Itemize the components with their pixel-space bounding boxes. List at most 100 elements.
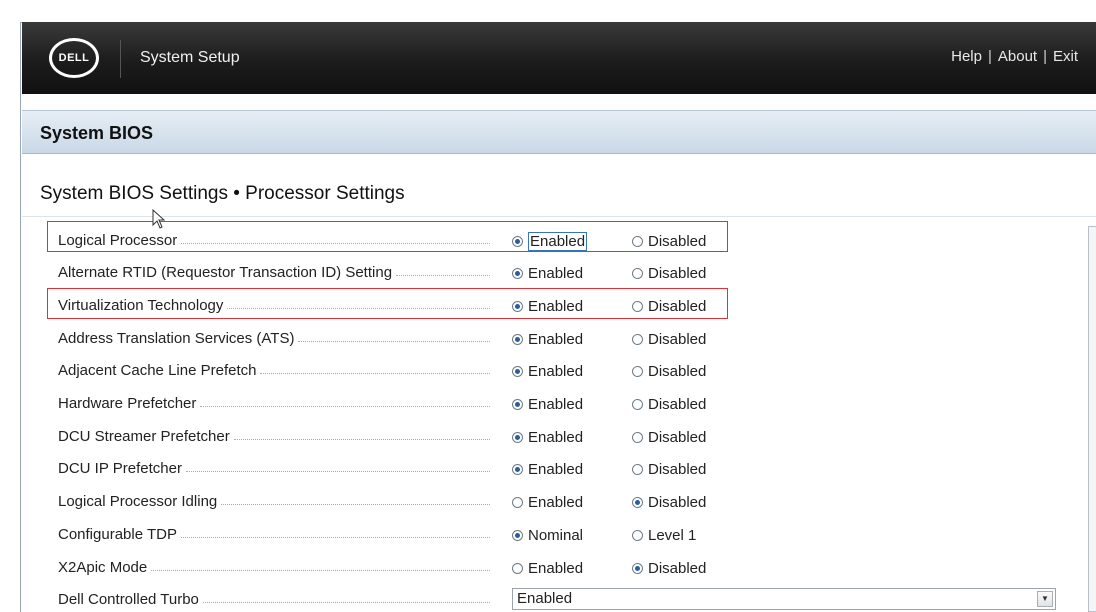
setting-row: DCU IP Prefetcher Enabled Disabled: [0, 453, 1096, 486]
setting-row: Adjacent Cache Line Prefetch Enabled Disab…: [0, 355, 1096, 388]
radio-option-label: Disabled: [648, 363, 707, 381]
leader-dots: [185, 471, 490, 473]
radio-button-icon: [512, 529, 523, 541]
radio-option-label: Enabled: [528, 559, 584, 577]
radio-option-label: Disabled: [648, 428, 707, 446]
leader-dots: [396, 275, 490, 277]
setting-label-text: DCU IP Prefetcher: [58, 460, 182, 478]
exit-link[interactable]: Exit: [1053, 48, 1078, 65]
setting-row: Configurable TDP Nominal Level 1: [0, 518, 1096, 551]
radio-option-label: Level 1: [648, 526, 697, 544]
radio-option-label: Enabled: [528, 494, 584, 512]
radio-button-icon: [512, 268, 523, 280]
radio-button-icon: [512, 366, 523, 378]
setting-row: Hardware Prefetcher Enabled Disabled: [0, 388, 1096, 421]
setting-label: DCU Streamer Prefetcher: [58, 426, 490, 446]
setting-label: DCU IP Prefetcher: [58, 459, 490, 479]
radio-button-icon: [512, 333, 523, 345]
setting-label-text: Adjacent Cache Line Prefetch: [58, 362, 257, 380]
mouse-pointer-icon: [152, 209, 166, 229]
leader-dots: [298, 340, 490, 342]
help-link[interactable]: Help: [951, 48, 982, 65]
setting-label: Dell Controlled Turbo: [58, 590, 490, 610]
radio-button-icon: [512, 431, 523, 443]
radio-option-2[interactable]: Disabled: [632, 427, 706, 447]
radio-option-label: Disabled: [648, 396, 707, 413]
subtitle-divider: [22, 216, 1096, 217]
radio-button-icon: [632, 464, 643, 476]
topbar-divider: [120, 40, 121, 78]
top-links: Help | About | Exit: [951, 48, 1078, 65]
radio-button-icon: [632, 431, 643, 443]
radio-option-label: Disabled: [648, 265, 707, 283]
radio-option-1[interactable]: Enabled: [512, 329, 583, 349]
radio-button-icon: [632, 529, 643, 541]
setting-row: X2Apic Mode Enabled Disabled: [0, 551, 1096, 584]
setting-label-text: Configurable TDP: [58, 525, 177, 543]
radio-button-icon: [632, 333, 643, 345]
radio-button-icon: [632, 562, 643, 574]
radio-button-icon: [512, 562, 523, 574]
radio-option-2[interactable]: Disabled: [632, 460, 706, 480]
radio-button-icon: [632, 366, 643, 378]
radio-option-label: Nominal: [528, 526, 584, 544]
radio-option-label: Enabled: [528, 265, 584, 283]
dropdown-arrow-icon[interactable]: ▼: [1037, 590, 1053, 607]
highlight-box-virtualization: [47, 288, 728, 319]
radio-option-2[interactable]: Disabled: [632, 558, 706, 578]
link-separator: |: [1043, 48, 1047, 65]
turbo-select-value: Enabled: [517, 590, 573, 608]
setting-label: Logical Processor Idling: [58, 492, 490, 512]
leader-dots: [260, 373, 490, 375]
leader-dots: [233, 438, 490, 440]
setting-label-text: Hardware Prefetcher: [58, 395, 197, 412]
highlight-box-logical-processor: [47, 221, 728, 252]
setting-row: Alternate RTID (Requestor Transaction ID…: [0, 257, 1096, 290]
radio-option-2[interactable]: Disabled: [632, 264, 706, 284]
leader-dots: [151, 569, 490, 571]
radio-option-1[interactable]: Enabled: [512, 493, 583, 513]
app-title: System Setup: [140, 49, 240, 66]
radio-option-1[interactable]: Enabled: [512, 558, 583, 578]
radio-button-icon: [632, 268, 643, 280]
radio-option-label: Disabled: [648, 494, 707, 512]
radio-option-1[interactable]: Nominal: [512, 525, 583, 545]
leader-dots: [221, 504, 490, 506]
setting-label-text: Logical Processor Idling: [58, 493, 218, 511]
radio-option-1[interactable]: Enabled: [512, 395, 583, 415]
radio-option-2[interactable]: Level 1: [632, 525, 696, 545]
setting-label-text: X2Apic Mode: [58, 558, 148, 576]
radio-option-label: Disabled: [648, 461, 707, 479]
radio-option-label: Enabled: [528, 363, 584, 381]
radio-option-1[interactable]: Enabled: [512, 460, 583, 480]
radio-button-icon: [512, 399, 523, 410]
leader-dots: [200, 406, 490, 407]
setting-row: Logical Processor Idling Enabled Disabled: [0, 486, 1096, 519]
radio-option-label: Disabled: [648, 559, 707, 577]
radio-option-1[interactable]: Enabled: [512, 264, 583, 284]
radio-option-label: Disabled: [648, 330, 707, 348]
about-link[interactable]: About: [998, 48, 1037, 65]
setting-row: Address Translation Services (ATS) Enable…: [0, 322, 1096, 355]
radio-option-label: Enabled: [528, 461, 584, 479]
radio-option-2[interactable]: Disabled: [632, 362, 706, 382]
leader-dots: [180, 536, 490, 538]
radio-option-2[interactable]: Disabled: [632, 493, 706, 513]
radio-option-2[interactable]: Disabled: [632, 329, 706, 349]
turbo-select[interactable]: Enabled ▼: [512, 587, 1056, 610]
setting-label: Hardware Prefetcher: [58, 394, 490, 414]
radio-option-2[interactable]: Disabled: [632, 395, 706, 415]
radio-button-icon: [632, 399, 643, 410]
setting-label-text: DCU Streamer Prefetcher: [58, 427, 230, 445]
setting-label-text: Dell Controlled Turbo: [58, 591, 199, 609]
radio-button-icon: [512, 464, 523, 476]
setting-row-dell-controlled-turbo: Dell Controlled Turbo Enabled ▼: [0, 584, 1096, 612]
radio-option-label: Enabled: [528, 396, 584, 413]
setting-label: Address Translation Services (ATS): [58, 328, 490, 348]
radio-option-1[interactable]: Enabled: [512, 362, 583, 382]
setting-label: X2Apic Mode: [58, 557, 490, 577]
radio-option-label: Enabled: [528, 428, 584, 446]
top-bar: DELL System Setup Help | About | Exit: [22, 22, 1096, 94]
radio-option-1[interactable]: Enabled: [512, 427, 583, 447]
page-subtitle: System BIOS Settings • Processor Setting…: [40, 183, 405, 204]
